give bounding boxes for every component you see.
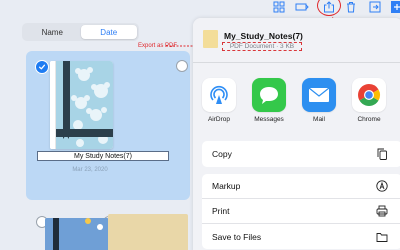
action-label: Save to Files (212, 231, 262, 242)
share-apps-row: AirDrop Messages Mail Chrome (193, 78, 400, 148)
sort-segmented-control: Name Date (22, 23, 139, 41)
document-thumbnail (203, 30, 218, 48)
document-name: My_Study_Notes(7) (224, 31, 303, 41)
action-label: Print (212, 206, 230, 216)
tag-icon[interactable] (294, 0, 310, 14)
share-sheet-header: My_Study_Notes(7) PDF Document · 3 KB (193, 18, 400, 63)
share-app-chrome[interactable]: Chrome (348, 78, 390, 123)
share-app-mail[interactable]: Mail (298, 78, 340, 123)
flower-decoration (97, 224, 103, 230)
export-icon[interactable] (368, 0, 382, 14)
printer-icon (376, 205, 388, 217)
markup-icon (376, 180, 388, 192)
add-icon[interactable] (390, 0, 400, 14)
note-title-field[interactable]: My Study Notes(7) (37, 151, 169, 161)
copy-icon (376, 148, 388, 160)
share-highlight-ring (317, 0, 341, 16)
bookmark-ribbon (53, 218, 59, 250)
action-label: Markup (212, 181, 241, 191)
sort-by-date-button[interactable]: Date (80, 25, 137, 39)
markup-action[interactable]: Markup (202, 174, 400, 199)
share-app-label: Mail (313, 116, 325, 123)
copy-action[interactable]: Copy (202, 141, 400, 167)
messages-icon (252, 78, 286, 112)
share-app-messages[interactable]: Messages (248, 78, 290, 123)
checkmark-icon[interactable] (35, 60, 49, 74)
share-app-airdrop[interactable]: AirDrop (198, 78, 240, 123)
action-label: Copy (212, 149, 232, 159)
sort-by-name-button[interactable]: Name (24, 25, 81, 39)
flower-decoration (85, 218, 91, 224)
print-action[interactable]: Print (202, 199, 400, 224)
document-meta: PDF Document · 3 KB (222, 42, 302, 51)
bookmark-ribbon (63, 61, 70, 139)
trash-icon[interactable] (344, 0, 358, 14)
share-sheet: My_Study_Notes(7) PDF Document · 3 KB Ai… (193, 18, 400, 250)
airdrop-icon (202, 78, 236, 112)
notebook-cover[interactable] (50, 61, 113, 149)
note-date: Mar 23, 2020 (72, 167, 108, 173)
grid-icon[interactable] (272, 0, 286, 14)
chrome-icon (352, 78, 386, 112)
select-circle[interactable] (176, 60, 188, 72)
mail-icon (302, 78, 336, 112)
share-app-label: AirDrop (207, 116, 231, 123)
notebook-thumbnail[interactable] (45, 218, 109, 250)
notebook-thumbnail[interactable] (108, 214, 188, 250)
share-app-label: Messages (254, 116, 284, 123)
save-to-files-action[interactable]: Save to Files (202, 224, 400, 249)
folder-icon (376, 231, 388, 243)
share-actions-group: Markup Print Save to Files (202, 174, 400, 249)
share-app-label: Chrome (357, 116, 381, 123)
